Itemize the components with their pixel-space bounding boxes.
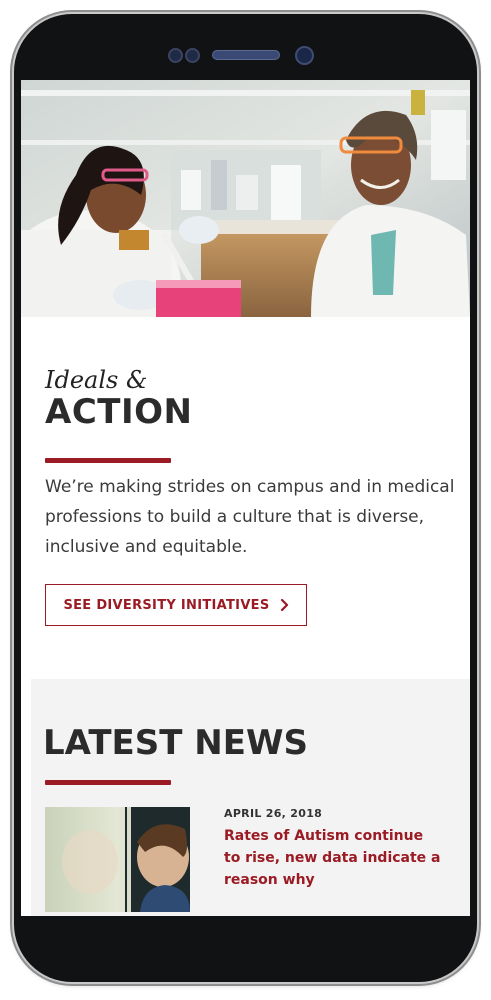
phone-frame: Ideals & ACTION We’re making strides on …: [14, 14, 477, 982]
feature-body-text: We’re making strides on campus and in me…: [45, 477, 455, 557]
news-thumbnail[interactable]: [45, 807, 190, 912]
news-headline-link[interactable]: Rates of Autism continue to rise, new da…: [224, 825, 444, 891]
earpiece-speaker: [212, 50, 280, 60]
child-at-window-icon: [45, 807, 190, 912]
front-camera-icon: [295, 46, 314, 65]
news-date: APRIL 26, 2018: [224, 807, 323, 820]
heading-divider: [45, 458, 171, 463]
chevron-right-icon: [280, 599, 288, 611]
sensor-icon: [168, 48, 183, 63]
see-diversity-initiatives-button[interactable]: SEE DIVERSITY INITIATIVES: [45, 584, 307, 626]
phone-top-bezel: [14, 14, 477, 80]
sensor-icon: [185, 48, 200, 63]
latest-news-section: LATEST NEWS APRIL 26, 2018 Rates of Auti…: [31, 679, 470, 916]
feature-heading: ACTION: [45, 392, 193, 432]
screen: Ideals & ACTION We’re making strides on …: [21, 80, 470, 916]
latest-news-title: LATEST NEWS: [43, 723, 308, 763]
feature-kicker: Ideals &: [45, 366, 148, 394]
news-divider: [45, 780, 171, 785]
cta-label: SEE DIVERSITY INITIATIVES: [63, 597, 270, 613]
hero-image: [21, 80, 470, 317]
two-scientists-in-lab-icon: [21, 80, 470, 317]
